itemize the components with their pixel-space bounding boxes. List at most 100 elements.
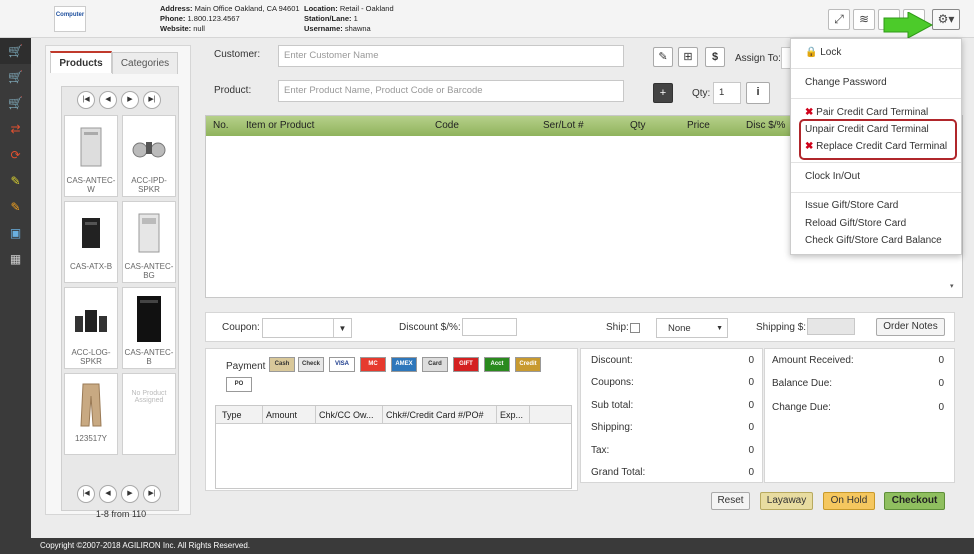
nav-cart-orange-icon[interactable]: 🛒 (0, 64, 31, 90)
menu-item-clock[interactable]: Clock In/Out (805, 171, 860, 182)
on-hold-button[interactable]: On Hold (823, 492, 875, 510)
qty-input[interactable]: 1 (713, 82, 741, 104)
next-page-button[interactable]: ▶ (121, 91, 139, 109)
reset-button[interactable]: Reset (711, 492, 750, 510)
nav-table-icon[interactable]: ▦ (0, 246, 31, 272)
tab-categories[interactable]: Categories (112, 52, 178, 74)
ship-select[interactable]: None ▼ (656, 318, 728, 338)
chevron-down-icon: ▼ (716, 325, 723, 332)
product-card[interactable]: CAS-ANTEC-BG (122, 201, 176, 283)
product-grid: |◀ ◀ ▶ ▶| CAS-ANTEC-W ACC-IPD-SPKR CAS-A… (61, 86, 179, 519)
settings-button[interactable]: ⚙▾ (932, 9, 960, 30)
next-page-button[interactable]: ▶ (121, 485, 139, 503)
account-payment-icon[interactable]: Acct (484, 357, 510, 372)
product-card[interactable]: CAS-ATX-B (64, 201, 118, 283)
credit-payment-icon[interactable]: Credit (515, 357, 541, 372)
product-card[interactable]: No Product Assigned (122, 373, 176, 455)
menu-item-issue-gift[interactable]: Issue Gift/Store Card (805, 200, 898, 211)
add-customer-button[interactable]: ⊞ (678, 47, 698, 67)
menu-divider (791, 68, 961, 69)
nav-transfer-icon[interactable]: ⇄ (0, 116, 31, 142)
customer-label: Customer: (214, 49, 261, 60)
menu-item-replace-terminal[interactable]: ✖ Replace Credit Card Terminal (805, 141, 947, 152)
layaway-button[interactable]: Layaway (760, 492, 813, 510)
logo-text: Computer (55, 12, 85, 18)
product-name: ACC-LOG-SPKR (71, 348, 111, 366)
nav-cart-outline-icon[interactable]: 🛒 (0, 90, 31, 116)
info-button[interactable]: i (746, 82, 770, 104)
scroll-down-icon[interactable]: ▾ (950, 282, 954, 290)
price-button[interactable]: $ (705, 47, 725, 67)
col-exp: Exp... (500, 410, 524, 420)
menu-divider (791, 162, 961, 163)
mastercard-payment-icon[interactable]: MC (360, 357, 386, 372)
discount-input[interactable] (462, 318, 517, 336)
shipping-total-value: 0 (748, 422, 754, 433)
po-payment-icon[interactable]: PO (226, 377, 252, 392)
nav-money-icon[interactable]: ▣ (0, 220, 31, 246)
tab-products[interactable]: Products (50, 51, 112, 73)
tab-products-label: Products (59, 58, 103, 69)
product-name: CAS-ANTEC-BG (124, 262, 174, 280)
product-card[interactable]: ACC-LOG-SPKR (64, 287, 118, 369)
card-payment-icon[interactable]: Card (422, 357, 448, 372)
first-page-button[interactable]: |◀ (77, 91, 95, 109)
product-card[interactable]: 123517Y (64, 373, 118, 455)
balance-due-value: 0 (938, 378, 944, 389)
check-payment-icon[interactable]: Check (298, 357, 324, 372)
subtotal-label: Sub total: (591, 400, 634, 411)
pants-icon (80, 383, 102, 427)
pagination-text: 1-8 from 110 (95, 509, 147, 519)
fullscreen-button[interactable]: ⤢ (828, 9, 850, 30)
nav-notes-icon[interactable]: ✎ (0, 194, 31, 220)
tax-value: 0 (748, 445, 754, 456)
speaker-dock-icon (132, 142, 166, 158)
discount-total-label: Discount: (591, 355, 633, 366)
dollar-icon: $ (711, 51, 719, 63)
balance-due-label: Balance Due: (772, 378, 833, 389)
lock-icon: 🔒 (805, 47, 818, 58)
nav-cart-green-icon[interactable]: 🛒 (0, 38, 31, 64)
menu-item-lock[interactable]: 🔒 Lock (805, 47, 841, 58)
coupon-select[interactable]: ▼ (262, 318, 352, 338)
add-product-button[interactable]: + (653, 83, 673, 103)
computer-case-icon (80, 127, 102, 167)
first-page-button[interactable]: |◀ (77, 485, 95, 503)
nav-edit-icon[interactable]: ✎ (0, 168, 31, 194)
visa-payment-icon[interactable]: VISA (329, 357, 355, 372)
edit-customer-button[interactable]: ✎ (653, 47, 673, 67)
ship-checkbox[interactable] (630, 323, 640, 333)
menu-item-reload-gift[interactable]: Reload Gift/Store Card (805, 218, 906, 229)
shipping-input[interactable] (807, 318, 855, 335)
prev-page-button[interactable]: ◀ (99, 91, 117, 109)
product-input[interactable]: Enter Product Name, Product Code or Barc… (278, 80, 624, 102)
menu-item-check-gift[interactable]: Check Gift/Store Card Balance (805, 235, 942, 246)
prev-page-button[interactable]: ◀ (99, 485, 117, 503)
nav-refresh-icon[interactable]: ⟳ (0, 142, 31, 168)
customer-input[interactable]: Enter Customer Name (278, 45, 624, 67)
col-type: Type (222, 410, 242, 420)
plus-icon: ⊞ (683, 51, 693, 63)
col-item: Item or Product (246, 120, 315, 131)
checkout-button[interactable]: Checkout (884, 492, 945, 510)
last-page-button[interactable]: ▶| (143, 91, 161, 109)
coupons-total-value: 0 (748, 377, 754, 388)
gift-payment-icon[interactable]: GIFT (453, 357, 479, 372)
order-notes-button[interactable]: Order Notes (876, 318, 945, 336)
station-label: Station/Lane: (304, 14, 352, 23)
product-card[interactable]: CAS-ANTEC-W (64, 115, 118, 197)
product-card[interactable]: ACC-IPD-SPKR (122, 115, 176, 197)
chevron-down-icon: ▼ (333, 319, 351, 337)
gift-icon-text: GIFT (459, 361, 473, 367)
product-card[interactable]: CAS-ANTEC-B (122, 287, 176, 369)
menu-item-pair-terminal[interactable]: ✖ Pair Credit Card Terminal (805, 107, 928, 118)
last-page-button[interactable]: ▶| (143, 485, 161, 503)
assign-to-label: Assign To: (735, 53, 781, 64)
wifi-button[interactable]: ≋ (853, 9, 875, 30)
close-icon: ✖ (805, 107, 814, 118)
menu-item-change-password[interactable]: Change Password (805, 77, 887, 88)
menu-item-unpair-terminal[interactable]: Unpair Credit Card Terminal (805, 124, 929, 135)
amex-payment-icon[interactable]: AMEX (391, 357, 417, 372)
col-card-number: Chk#/Credit Card #/PO# (386, 410, 484, 420)
cash-payment-icon[interactable]: Cash (269, 357, 295, 372)
